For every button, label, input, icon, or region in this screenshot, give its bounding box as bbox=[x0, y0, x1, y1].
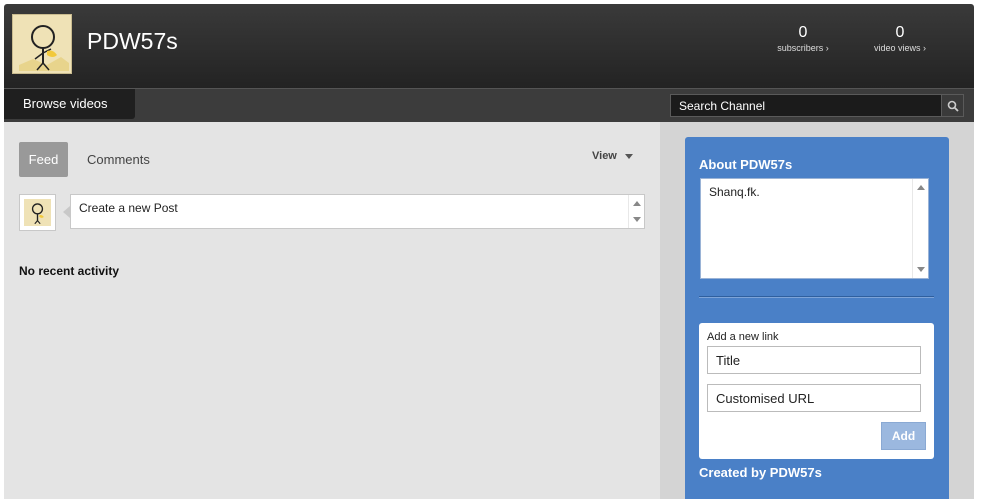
subscribers-label[interactable]: subscribers › bbox=[763, 42, 843, 54]
add-link-button[interactable]: Add bbox=[881, 422, 926, 450]
tab-comments[interactable]: Comments bbox=[87, 142, 150, 177]
scroll-up-icon[interactable] bbox=[917, 185, 925, 190]
about-divider bbox=[699, 296, 934, 298]
channel-page: PDW57s 0 subscribers › 0 video views › B… bbox=[0, 0, 1003, 499]
new-post-input[interactable] bbox=[70, 194, 645, 229]
video-views-label[interactable]: video views › bbox=[860, 42, 940, 54]
avatar-icon bbox=[24, 199, 51, 226]
empty-feed-message: No recent activity bbox=[19, 264, 120, 278]
scroll-down-icon[interactable] bbox=[917, 267, 925, 272]
post-pointer bbox=[63, 206, 70, 218]
poster-avatar bbox=[19, 194, 56, 231]
tab-feed[interactable]: Feed bbox=[19, 142, 68, 177]
scroll-up-icon[interactable] bbox=[633, 201, 641, 206]
about-panel: About PDW57s Shanq.fk. Add a new link Ad… bbox=[685, 137, 949, 499]
channel-header: PDW57s 0 subscribers › 0 video views › bbox=[4, 4, 974, 88]
chevron-down-icon bbox=[624, 153, 633, 159]
search-button[interactable] bbox=[941, 94, 964, 117]
channel-avatar[interactable] bbox=[12, 14, 72, 74]
scroll-down-icon[interactable] bbox=[633, 217, 641, 222]
feed-area: Feed Comments View No rec bbox=[4, 122, 660, 499]
channel-name: PDW57s bbox=[87, 28, 178, 54]
subscribers-count: 0 bbox=[798, 24, 808, 41]
view-label: View bbox=[592, 150, 617, 162]
avatar-icon bbox=[13, 15, 71, 73]
link-title-input[interactable] bbox=[707, 346, 921, 374]
video-views-count: 0 bbox=[895, 24, 905, 41]
created-by: Created by PDW57s bbox=[699, 465, 822, 480]
add-link-form: Add a new link Add bbox=[699, 323, 934, 459]
subscribers-stat[interactable]: 0 subscribers › bbox=[763, 24, 843, 54]
post-scrollbar[interactable] bbox=[628, 195, 644, 228]
channel-navbar: Browse videos bbox=[4, 88, 974, 122]
search-channel-input[interactable] bbox=[670, 94, 942, 117]
about-title: About PDW57s bbox=[699, 157, 793, 172]
video-views-stat[interactable]: 0 video views › bbox=[860, 24, 940, 54]
about-scrollbar[interactable] bbox=[912, 179, 928, 278]
view-dropdown[interactable]: View bbox=[592, 148, 633, 164]
add-link-label: Add a new link bbox=[707, 331, 779, 343]
link-url-input[interactable] bbox=[707, 384, 921, 412]
about-description[interactable]: Shanq.fk. bbox=[700, 178, 929, 279]
search-icon bbox=[947, 100, 959, 112]
browse-videos-tab[interactable]: Browse videos bbox=[4, 89, 135, 119]
